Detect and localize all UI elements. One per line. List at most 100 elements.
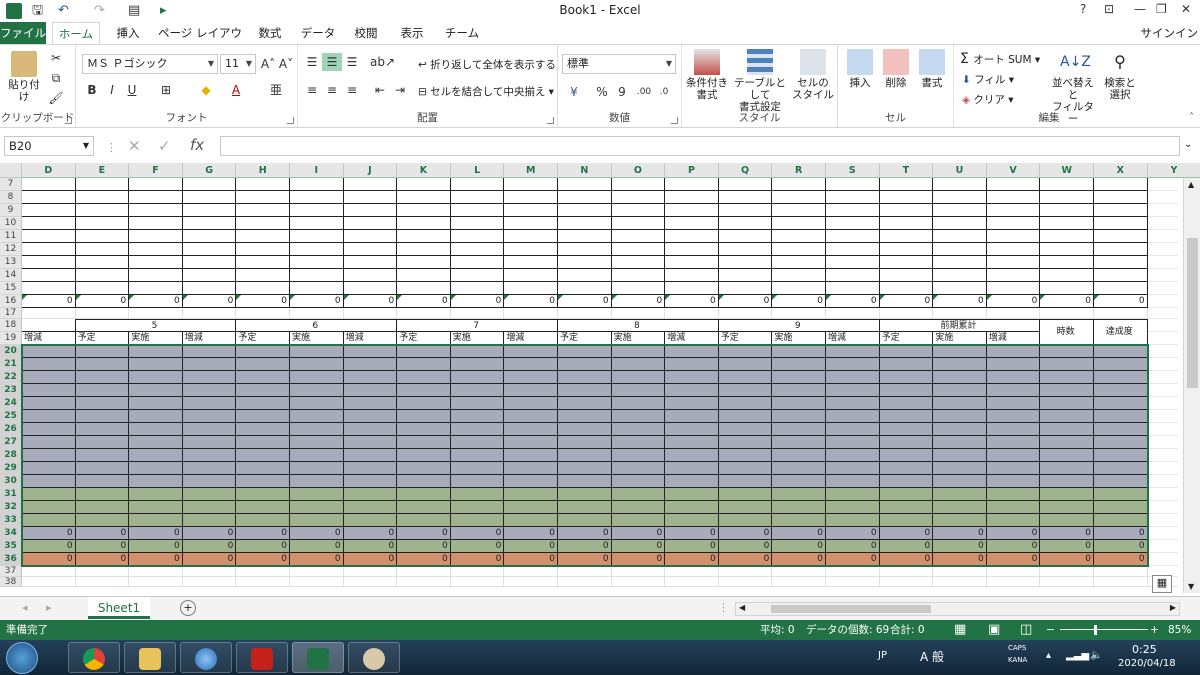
cell-V25[interactable] <box>986 410 1041 423</box>
cell-S32[interactable] <box>826 501 880 514</box>
cell-E31[interactable] <box>75 488 130 501</box>
taskbar-chrome[interactable] <box>68 642 120 673</box>
cell-S17[interactable] <box>826 308 880 319</box>
cell-S7[interactable] <box>826 178 880 191</box>
cell-R36[interactable]: 0 <box>772 553 826 566</box>
zoom-slider[interactable] <box>1060 629 1148 630</box>
cell-P37[interactable] <box>665 566 719 577</box>
scroll-up-icon[interactable]: ▲ <box>1188 180 1194 189</box>
cell-Q35[interactable]: 0 <box>718 540 773 553</box>
cell-X30[interactable] <box>1094 475 1148 488</box>
cell-X26[interactable] <box>1094 423 1148 436</box>
cell-H28[interactable] <box>236 449 290 462</box>
format-as-table-button[interactable]: テーブルとして 書式設定 <box>730 49 790 113</box>
cell-O38[interactable] <box>611 577 666 587</box>
group-header-0[interactable]: 5 <box>75 319 237 332</box>
cell-H21[interactable] <box>236 358 290 371</box>
cell-D9[interactable] <box>22 204 76 217</box>
cell-F14[interactable] <box>129 269 183 282</box>
cell-Q34[interactable]: 0 <box>718 527 773 540</box>
cell-W25[interactable] <box>1040 410 1094 423</box>
cell-W34[interactable]: 0 <box>1040 527 1094 540</box>
cell-S25[interactable] <box>826 410 880 423</box>
cell-O12[interactable] <box>611 243 666 256</box>
cell-W24[interactable] <box>1040 397 1094 410</box>
cell-U28[interactable] <box>933 449 987 462</box>
cell-G7[interactable] <box>182 178 237 191</box>
cell-J28[interactable] <box>343 449 398 462</box>
signin-link[interactable]: サインイン <box>1141 25 1199 41</box>
cell-L32[interactable] <box>450 501 505 514</box>
increase-font-icon[interactable]: A˄ <box>258 55 278 73</box>
cell-R21[interactable] <box>772 358 826 371</box>
cell-Y28[interactable] <box>1147 449 1178 462</box>
italic-button[interactable]: I <box>102 81 122 99</box>
align-top-icon[interactable]: ☰ <box>302 53 322 71</box>
scroll-left-icon[interactable]: ◀ <box>739 603 745 612</box>
cell-I25[interactable] <box>290 410 344 423</box>
collapse-ribbon-icon[interactable]: ˄ <box>1189 112 1194 123</box>
cell-S38[interactable] <box>826 577 880 587</box>
cell-E10[interactable] <box>75 217 130 230</box>
cell-R22[interactable] <box>772 371 826 384</box>
cell-F23[interactable] <box>129 384 183 397</box>
cell-D21[interactable] <box>22 358 76 371</box>
cell-I17[interactable] <box>290 308 344 319</box>
cell-K22[interactable] <box>397 371 451 384</box>
cell-D32[interactable] <box>22 501 76 514</box>
row-header-29[interactable]: 29 <box>0 462 22 475</box>
cell-R15[interactable] <box>772 282 826 295</box>
cell-T34[interactable]: 0 <box>879 527 934 540</box>
cell-W31[interactable] <box>1040 488 1094 501</box>
cell-P24[interactable] <box>665 397 719 410</box>
cell-E13[interactable] <box>75 256 130 269</box>
cell-F16[interactable]: 0 <box>129 295 183 308</box>
cell-H37[interactable] <box>236 566 290 577</box>
cell-T37[interactable] <box>879 566 934 577</box>
cell-V21[interactable] <box>986 358 1041 371</box>
cell-U33[interactable] <box>933 514 987 527</box>
cell-M36[interactable]: 0 <box>504 553 558 566</box>
cell-Q33[interactable] <box>718 514 773 527</box>
cell-S34[interactable]: 0 <box>826 527 880 540</box>
cell-H23[interactable] <box>236 384 290 397</box>
cell-Q15[interactable] <box>718 282 773 295</box>
cell-W7[interactable] <box>1040 178 1094 191</box>
taskbar-flash[interactable] <box>236 642 288 673</box>
help-button[interactable]: ? <box>1080 2 1086 16</box>
minimize-button[interactable]: — <box>1134 2 1146 16</box>
cell-N31[interactable] <box>558 488 612 501</box>
cell-D35[interactable]: 0 <box>22 540 76 553</box>
cell-S28[interactable] <box>826 449 880 462</box>
sub-header-H19[interactable]: 予定 <box>236 332 290 345</box>
cell-E23[interactable] <box>75 384 130 397</box>
cell-O8[interactable] <box>611 191 666 204</box>
cell-R13[interactable] <box>772 256 826 269</box>
sub-header-S19[interactable]: 増減 <box>826 332 880 345</box>
cell-Y34[interactable] <box>1147 527 1178 540</box>
cell-O30[interactable] <box>611 475 666 488</box>
cell-T15[interactable] <box>879 282 934 295</box>
cell-D13[interactable] <box>22 256 76 269</box>
column-header-G[interactable]: G <box>182 163 237 178</box>
cell-N11[interactable] <box>558 230 612 243</box>
cell-P17[interactable] <box>665 308 719 319</box>
cell-F11[interactable] <box>129 230 183 243</box>
cell-F10[interactable] <box>129 217 183 230</box>
cell-M14[interactable] <box>504 269 558 282</box>
column-header-V[interactable]: V <box>986 163 1041 178</box>
cell-T9[interactable] <box>879 204 934 217</box>
cell-U32[interactable] <box>933 501 987 514</box>
increase-indent-icon[interactable]: ⇥ <box>390 81 410 99</box>
cell-V8[interactable] <box>986 191 1041 204</box>
cell-H30[interactable] <box>236 475 290 488</box>
cell-N36[interactable]: 0 <box>558 553 612 566</box>
cell-U38[interactable] <box>933 577 987 587</box>
cell-I27[interactable] <box>290 436 344 449</box>
sub-header-P19[interactable]: 増減 <box>665 332 719 345</box>
cell-H17[interactable] <box>236 308 290 319</box>
cell-K16[interactable]: 0 <box>397 295 451 308</box>
cell-N7[interactable] <box>558 178 612 191</box>
cell-Y8[interactable] <box>1147 191 1178 204</box>
cell-W10[interactable] <box>1040 217 1094 230</box>
